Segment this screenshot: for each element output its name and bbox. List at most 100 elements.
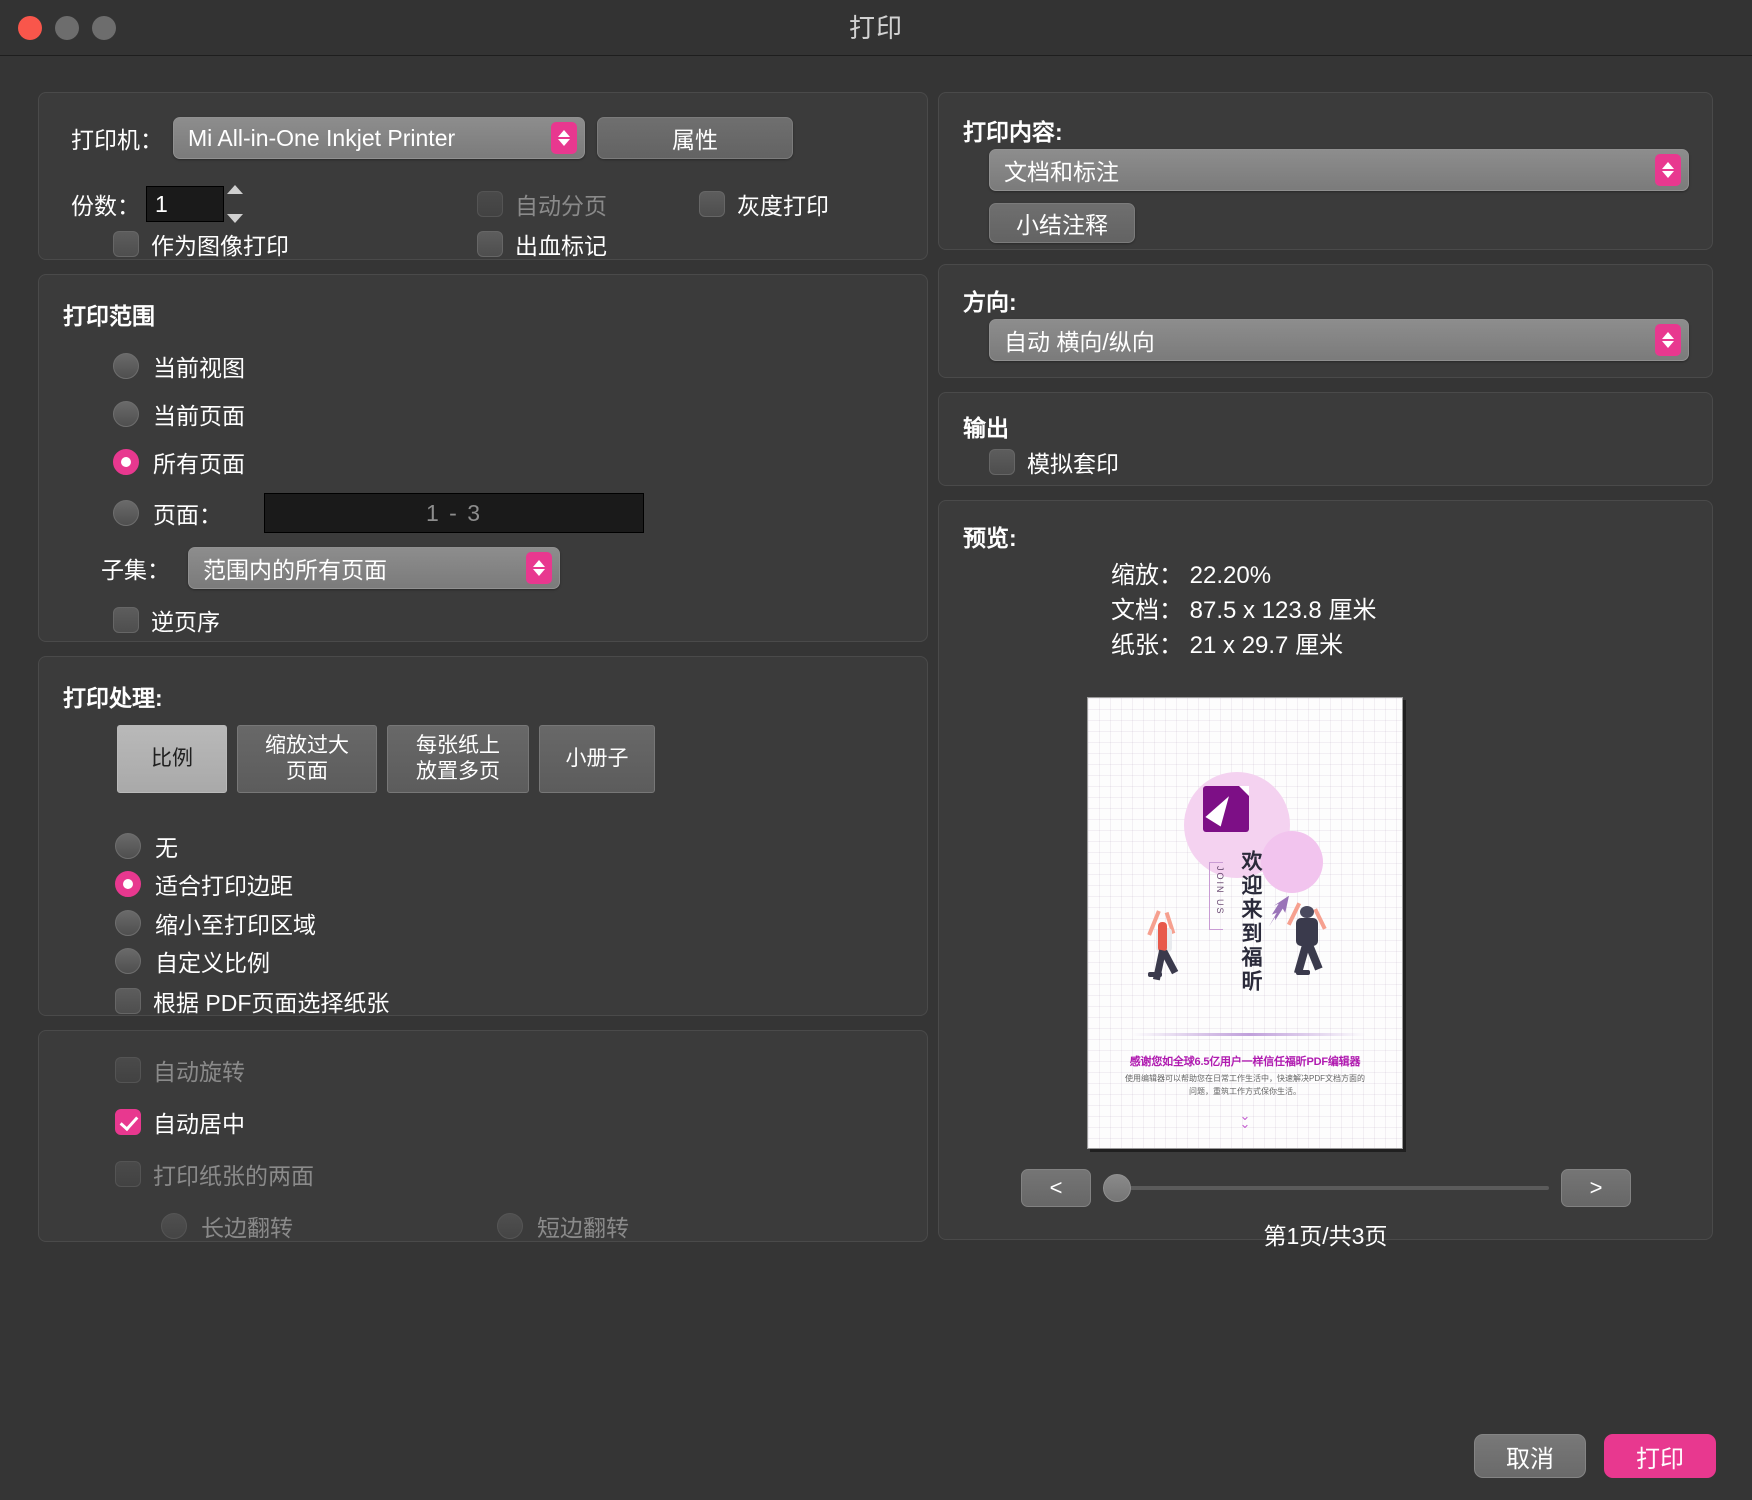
radio-flip-short-edge[interactable]: 短边翻转 — [497, 1209, 629, 1243]
radio-fit-margins-control[interactable] — [115, 871, 141, 897]
reverse-order-checkbox[interactable] — [113, 607, 139, 633]
radio-custom-scale-control[interactable] — [115, 948, 141, 974]
reverse-order-row[interactable]: 逆页序 — [113, 603, 220, 637]
summarize-comments-button[interactable]: 小结注释 — [989, 203, 1135, 243]
print-content-panel: 打印内容: 文档和标注 小结注释 — [938, 92, 1713, 250]
collate-checkbox-row[interactable]: 自动分页 — [477, 187, 607, 221]
simulate-overprint-row[interactable]: 模拟套印 — [989, 445, 1119, 479]
radio-custom-scale-label: 自定义比例 — [155, 944, 270, 978]
radio-all-pages[interactable]: 所有页面 — [113, 445, 245, 479]
radio-pages-range-label: 页面： — [153, 496, 222, 530]
collate-checkbox[interactable] — [477, 191, 503, 217]
ground-line — [1132, 1033, 1366, 1036]
copies-input[interactable]: 1 — [146, 186, 224, 222]
printer-properties-label: 属性 — [672, 121, 718, 155]
welcome-vertical-title: 欢迎来到福昕 — [1236, 850, 1266, 994]
next-page-label: > — [1590, 1175, 1603, 1201]
join-us-text: JOIN US — [1215, 866, 1225, 916]
chevron-updown-icon[interactable] — [1655, 154, 1681, 186]
radio-fit-margins[interactable]: 适合打印边距 — [115, 867, 293, 901]
radio-current-view[interactable]: 当前视图 — [113, 349, 245, 383]
radio-all-pages-control[interactable] — [113, 449, 139, 475]
preview-title: 预览: — [963, 519, 1017, 553]
radio-custom-scale[interactable]: 自定义比例 — [115, 944, 270, 978]
subset-label: 子集： — [101, 551, 170, 585]
duplex-checkbox[interactable] — [115, 1161, 141, 1187]
print-as-image-row[interactable]: 作为图像打印 — [113, 227, 289, 261]
radio-flip-long-edge-control[interactable] — [161, 1213, 187, 1239]
printer-properties-button[interactable]: 属性 — [597, 117, 793, 159]
pages-range-input[interactable]: 1 - 3 — [264, 493, 644, 533]
cancel-button[interactable]: 取消 — [1474, 1434, 1586, 1478]
radio-current-view-control[interactable] — [113, 353, 139, 379]
printer-select[interactable]: Mi All-in-One Inkjet Printer — [173, 117, 585, 159]
tab-multiple-per-sheet[interactable]: 每张纸上 放置多页 — [387, 725, 529, 793]
grayscale-checkbox[interactable] — [699, 191, 725, 217]
orientation-title: 方向: — [963, 283, 1017, 317]
stepper-down-icon[interactable] — [227, 214, 243, 223]
tab-oversized-pages[interactable]: 缩放过大 页面 — [237, 725, 377, 793]
simulate-overprint-label: 模拟套印 — [1027, 445, 1119, 479]
radio-current-page-control[interactable] — [113, 401, 139, 427]
stepper-up-icon[interactable] — [227, 185, 243, 194]
pages-range-value: 1 - 3 — [426, 500, 482, 527]
print-as-image-label: 作为图像打印 — [151, 227, 289, 261]
subset-select-value: 范围内的所有页面 — [203, 551, 387, 585]
summarize-comments-label: 小结注释 — [1016, 206, 1108, 240]
page-slider[interactable] — [1103, 1186, 1549, 1190]
radio-fit-margins-label: 适合打印边距 — [155, 867, 293, 901]
radio-pages-range-control[interactable] — [113, 500, 139, 526]
orientation-select[interactable]: 自动 横向/纵向 — [989, 319, 1689, 361]
radio-scale-none[interactable]: 无 — [115, 829, 178, 863]
illustration-person-left — [1146, 910, 1186, 986]
tab-oversized-pages-label: 缩放过大 页面 — [265, 733, 349, 786]
grayscale-checkbox-row[interactable]: 灰度打印 — [699, 187, 829, 221]
printer-label: 打印机： — [71, 121, 163, 155]
paper-from-pdf-row[interactable]: 根据 PDF页面选择纸张 — [115, 984, 389, 1018]
printer-panel: 打印机： Mi All-in-One Inkjet Printer 属性 份数：… — [38, 92, 928, 260]
copies-stepper[interactable] — [227, 185, 249, 223]
printer-select-value: Mi All-in-One Inkjet Printer — [188, 125, 455, 152]
preview-document-line: 文档： 87.5 x 123.8 厘米 — [1111, 594, 1376, 629]
bleed-marks-label: 出血标记 — [515, 227, 607, 261]
page-slider-thumb[interactable] — [1103, 1174, 1131, 1202]
simulate-overprint-checkbox[interactable] — [989, 449, 1015, 475]
chevron-updown-icon[interactable] — [551, 122, 577, 154]
print-content-select[interactable]: 文档和标注 — [989, 149, 1689, 191]
page-options-panel: 自动旋转 自动居中 打印纸张的两面 长边翻转 短边翻转 — [38, 1030, 928, 1242]
bleed-marks-checkbox[interactable] — [477, 231, 503, 257]
tab-booklet[interactable]: 小册子 — [539, 725, 655, 793]
print-handling-panel: 打印处理: 比例 缩放过大 页面 每张纸上 放置多页 小册子 无 — [38, 656, 928, 1016]
preview-zoom-line: 缩放： 22.20% — [1111, 559, 1376, 594]
print-as-image-checkbox[interactable] — [113, 231, 139, 257]
tab-scale[interactable]: 比例 — [117, 725, 227, 793]
chevron-updown-icon[interactable] — [1655, 324, 1681, 356]
right-column: 打印内容: 文档和标注 小结注释 方向: 自动 横向/纵向 输出 模拟套印 — [938, 92, 1713, 1254]
auto-rotate-checkbox[interactable] — [115, 1057, 141, 1083]
illustration-person-right — [1288, 900, 1334, 984]
paper-from-pdf-checkbox[interactable] — [115, 988, 141, 1014]
radio-current-page[interactable]: 当前页面 — [113, 397, 245, 431]
auto-rotate-row[interactable]: 自动旋转 — [115, 1053, 245, 1087]
auto-center-checkbox[interactable] — [115, 1109, 141, 1135]
radio-flip-long-edge[interactable]: 长边翻转 — [161, 1209, 293, 1243]
radio-scale-none-control[interactable] — [115, 833, 141, 859]
radio-shrink-to-area[interactable]: 缩小至打印区域 — [115, 906, 316, 940]
previous-page-button[interactable]: < — [1021, 1169, 1091, 1207]
handling-tabs: 比例 缩放过大 页面 每张纸上 放置多页 小册子 — [117, 725, 655, 793]
print-range-title: 打印范围 — [63, 297, 155, 331]
radio-flip-short-edge-control[interactable] — [497, 1213, 523, 1239]
duplex-row[interactable]: 打印纸张的两面 — [115, 1157, 314, 1191]
tab-scale-label: 比例 — [151, 746, 193, 772]
radio-pages-range[interactable]: 页面： 1 - 3 — [113, 493, 644, 533]
auto-center-row[interactable]: 自动居中 — [115, 1105, 245, 1139]
chevron-updown-icon[interactable] — [526, 552, 552, 584]
next-page-button[interactable]: > — [1561, 1169, 1631, 1207]
print-button[interactable]: 打印 — [1604, 1434, 1716, 1478]
preview-metrics: 缩放： 22.20% 文档： 87.5 x 123.8 厘米 纸张： 21 x … — [1111, 559, 1376, 663]
subset-select[interactable]: 范围内的所有页面 — [188, 547, 560, 589]
grayscale-label: 灰度打印 — [737, 187, 829, 221]
page-preview-thumbnail[interactable]: JOIN US 欢迎来到福昕 — [1087, 697, 1403, 1149]
radio-shrink-to-area-control[interactable] — [115, 910, 141, 936]
bleed-marks-row[interactable]: 出血标记 — [477, 227, 607, 261]
